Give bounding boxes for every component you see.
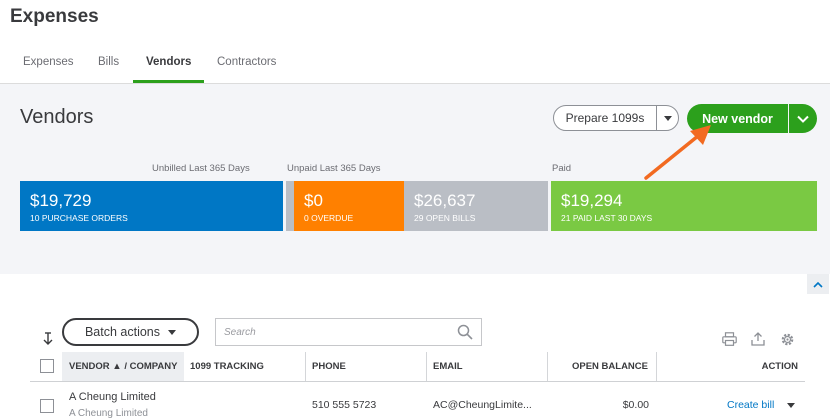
vendor-name[interactable]: A Cheung Limited bbox=[69, 391, 156, 403]
create-bill-link[interactable]: Create bill bbox=[727, 399, 774, 411]
caret-down-icon bbox=[787, 403, 795, 408]
caret-down-icon bbox=[168, 329, 177, 335]
chevron-up-icon bbox=[813, 281, 823, 288]
row-action-menu-button[interactable] bbox=[787, 403, 795, 408]
action-column-header: ACTION bbox=[761, 361, 798, 372]
email-column-header[interactable]: EMAIL bbox=[433, 352, 543, 381]
vendor-open-balance: $0.00 bbox=[622, 399, 649, 411]
collapse-summary-button[interactable] bbox=[807, 274, 829, 294]
tracking-column-header[interactable]: 1099 TRACKING bbox=[190, 352, 300, 381]
column-divider bbox=[656, 352, 657, 381]
unpaid-label: Unpaid Last 365 Days bbox=[287, 163, 381, 174]
vendor-email: AC@CheungLimite... bbox=[433, 399, 532, 411]
column-divider bbox=[547, 352, 548, 381]
search-icon[interactable] bbox=[457, 324, 473, 340]
sort-arrow-icon[interactable] bbox=[42, 332, 54, 346]
paid-amount: $19,294 bbox=[561, 191, 623, 210]
overdue-card[interactable]: $0 0 OVERDUE bbox=[286, 181, 404, 231]
paid-card[interactable]: $19,294 21 PAID LAST 30 DAYS bbox=[551, 181, 817, 231]
purchase-orders-card[interactable]: $19,729 10 PURCHASE ORDERS bbox=[20, 181, 283, 231]
vendor-phone: 510 555 5723 bbox=[312, 399, 377, 411]
print-icon[interactable] bbox=[722, 332, 737, 346]
vendor-company: A Cheung Limited bbox=[69, 408, 148, 419]
search-input[interactable] bbox=[215, 318, 482, 346]
vendor-column-header[interactable]: VENDOR ▲ / COMPANY bbox=[62, 352, 184, 381]
export-icon[interactable] bbox=[751, 332, 765, 346]
column-divider bbox=[426, 352, 427, 381]
open-bills-count: 29 OPEN BILLS bbox=[414, 213, 476, 223]
phone-column-header[interactable]: PHONE bbox=[312, 352, 422, 381]
batch-actions-button[interactable]: Batch actions bbox=[62, 318, 199, 346]
column-divider bbox=[305, 352, 306, 381]
batch-actions-label: Batch actions bbox=[84, 325, 161, 339]
select-all-checkbox[interactable] bbox=[40, 359, 54, 373]
purchase-orders-count: 10 PURCHASE ORDERS bbox=[30, 213, 128, 223]
row-checkbox[interactable] bbox=[40, 399, 54, 413]
paid-count: 21 PAID LAST 30 DAYS bbox=[561, 213, 653, 223]
purchase-orders-amount: $19,729 bbox=[30, 191, 92, 210]
overdue-count: 0 OVERDUE bbox=[304, 213, 354, 223]
unbilled-label: Unbilled Last 365 Days bbox=[152, 163, 250, 174]
open-bills-card[interactable]: $26,637 29 OPEN BILLS bbox=[404, 181, 548, 231]
paid-label: Paid bbox=[552, 163, 572, 174]
gear-icon[interactable] bbox=[780, 332, 795, 347]
overdue-amount: $0 bbox=[304, 191, 323, 210]
balance-column-header[interactable]: OPEN BALANCE bbox=[552, 352, 648, 381]
open-bills-amount: $26,637 bbox=[414, 191, 476, 210]
